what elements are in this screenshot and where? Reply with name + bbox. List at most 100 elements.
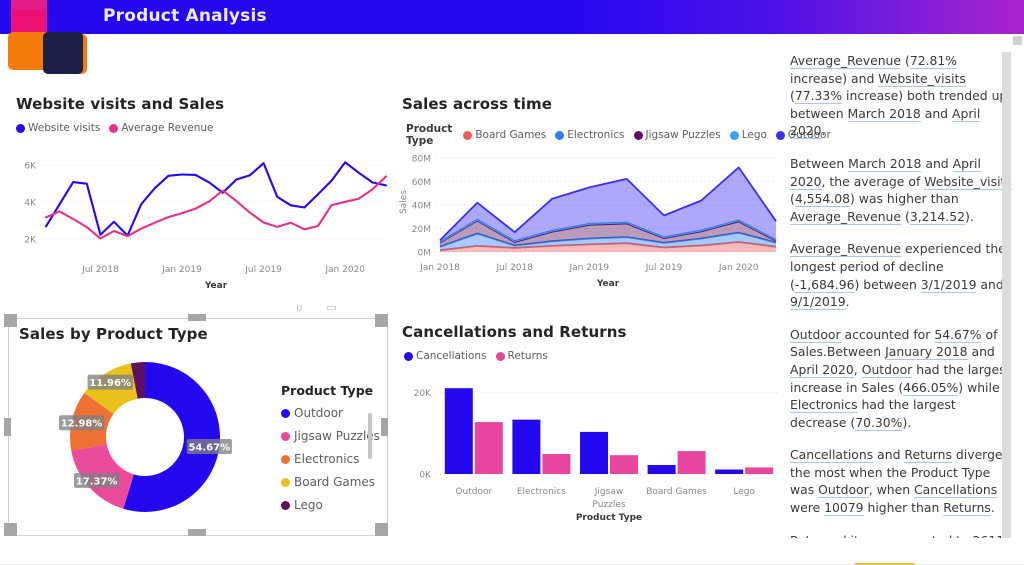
visual-title: Website visits and Sales	[16, 95, 225, 113]
resize-handle-middle-left[interactable]	[4, 418, 11, 436]
narrative-highlight[interactable]: Outdoor	[861, 361, 913, 378]
narrative-text-run: and	[873, 447, 905, 463]
legend: Cancellations Returns	[404, 350, 548, 362]
narrative-highlight[interactable]: 77.33%	[794, 88, 843, 105]
narrative-text: Average_Revenue (72.81% increase) and We…	[790, 52, 1014, 538]
dashboard-page: Product Analysis Website visits and Sale…	[0, 0, 1024, 565]
focus-mode-icon[interactable]: ▭	[326, 302, 336, 313]
resize-handle-bottom-left[interactable]	[4, 523, 17, 536]
narrative-highlight[interactable]: Electronics	[790, 397, 858, 414]
legend-swatch-icon	[633, 130, 643, 140]
svg-text:0K: 0K	[419, 471, 432, 481]
visual-title: Cancellations and Returns	[402, 323, 627, 341]
narrative-text-run: and	[967, 344, 995, 360]
narrative-text-run: Returned items amounted to	[790, 533, 973, 538]
visual-sales-across-time[interactable]: Sales across time Product Type Board Gam…	[396, 92, 831, 307]
legend-item-average-revenue[interactable]: Average Revenue	[109, 122, 214, 134]
resize-handle-top-left[interactable]	[4, 314, 17, 327]
legend-swatch-icon	[404, 351, 413, 361]
narrative-highlight[interactable]: Outdoor	[818, 482, 869, 499]
narrative-text-run: ).	[902, 414, 912, 430]
narrative-highlight[interactable]: Outdoor	[790, 326, 841, 343]
narrative-text-run: .	[845, 294, 850, 310]
resize-handle-top-right[interactable]	[375, 314, 388, 327]
narrative-text-run: increase) and	[790, 70, 879, 86]
visual-sales-by-product-type[interactable]: Sales by Product Type 54.67% 17.37% 12.98%…	[8, 318, 388, 536]
narrative-highlight[interactable]: 3,214.52	[909, 208, 966, 225]
legend-item-jigsaw-puzzles[interactable]: Jigsaw Puzzles	[281, 429, 380, 443]
svg-text:Jan 2018: Jan 2018	[419, 263, 460, 273]
narrative-highlight[interactable]: 466.05%	[903, 379, 959, 396]
narrative-text-run: ) while	[958, 379, 1000, 395]
svg-text:20M: 20M	[412, 225, 431, 235]
narrative-highlight[interactable]: Website_visits	[878, 70, 966, 87]
narrative-highlight[interactable]: 4,554.08	[794, 191, 851, 208]
svg-text:Jul 2018: Jul 2018	[81, 265, 119, 275]
narrative-scrollbar-thumb[interactable]	[1002, 52, 1011, 538]
svg-text:Product Type: Product Type	[576, 513, 642, 523]
resize-handle-top-center[interactable]	[188, 314, 206, 321]
narrative-highlight[interactable]: January 2018	[885, 344, 968, 361]
narrative-paragraph: Between March 2018 and April 2020, the a…	[790, 155, 1014, 225]
resize-handle-middle-right[interactable]	[381, 418, 388, 436]
legend-item-board-games[interactable]: Board Games	[281, 475, 380, 489]
narrative-highlight[interactable]: 10079	[824, 500, 864, 517]
narrative-paragraph: Returned items amounted to 26110	[790, 532, 1014, 538]
narrative-highlight[interactable]: March 2018	[847, 105, 921, 122]
narrative-highlight[interactable]: April 2020	[790, 361, 854, 378]
legend-item-returns[interactable]: Returns	[495, 350, 548, 362]
visual-header-toolbar[interactable]: ᴜ ▭	[296, 302, 337, 313]
svg-text:54.67%: 54.67%	[188, 443, 230, 454]
page-scroll-thumb[interactable]	[1013, 36, 1022, 45]
svg-text:Jul 2018: Jul 2018	[495, 263, 533, 273]
narrative-highlight[interactable]: 9/1/2019	[790, 294, 846, 311]
narrative-text-run: and	[976, 276, 1004, 292]
legend-item-lego[interactable]: Lego	[281, 498, 380, 512]
narrative-text-run: ,	[853, 361, 862, 377]
svg-text:17.37%: 17.37%	[76, 476, 118, 487]
narrative-highlight[interactable]: -1,684.96	[794, 276, 855, 293]
narrative-paragraph: Outdoor accounted for 54.67% of Sales.Be…	[790, 326, 1014, 432]
visual-smart-narrative[interactable]: Average_Revenue (72.81% increase) and We…	[790, 52, 1014, 538]
svg-text:Jan 2020: Jan 2020	[718, 263, 759, 273]
narrative-highlight[interactable]: Average_Revenue	[790, 241, 902, 258]
narrative-highlight[interactable]: 54.67%	[934, 326, 982, 343]
narrative-text-run: Between	[790, 155, 849, 171]
visual-cancellations-and-returns[interactable]: Cancellations and Returns Cancellations …	[396, 318, 784, 536]
narrative-highlight[interactable]: 70.30%	[855, 414, 903, 431]
narrative-highlight[interactable]: Average_Revenue	[790, 208, 902, 225]
visual-website-visits-and-sales[interactable]: Website visits and Sales Website visits …	[8, 92, 390, 307]
legend-label: Website visits	[28, 122, 101, 134]
app-title-bar: Product Analysis	[0, 0, 1024, 34]
visual-title: Sales across time	[402, 95, 553, 113]
narrative-highlight[interactable]: Website_visits	[924, 173, 1012, 190]
bar-chart-plot: 0K 20K Outdoor Electronics Jigsaw Puzzles Boar…	[414, 388, 778, 523]
filter-icon[interactable]: ᴜ	[296, 302, 302, 313]
svg-text:80M: 80M	[412, 154, 431, 164]
svg-text:Sales: Sales	[399, 190, 409, 214]
narrative-highlight[interactable]: 3/1/2019	[920, 276, 977, 293]
legend-item-cancellations[interactable]: Cancellations	[404, 350, 487, 362]
narrative-highlight[interactable]: 72.81%	[909, 53, 958, 69]
narrative-text-run: , when	[868, 482, 914, 498]
resize-handle-bottom-right[interactable]	[375, 523, 388, 536]
narrative-paragraph: Average_Revenue (72.81% increase) and We…	[790, 52, 1014, 140]
legend-swatch-icon	[281, 477, 290, 487]
narrative-highlight[interactable]: Cancellations	[914, 482, 998, 499]
svg-text:Outdoor: Outdoor	[455, 487, 492, 497]
legend-label: Outdoor	[294, 406, 343, 420]
svg-text:0M: 0M	[418, 249, 432, 259]
legend-item-website-visits[interactable]: Website visits	[16, 122, 100, 134]
narrative-highlight[interactable]: March 2018	[848, 155, 922, 172]
narrative-highlight[interactable]: Cancellations	[790, 447, 874, 464]
legend-item-electronics[interactable]: Electronics	[281, 452, 380, 466]
legend-scrollbar[interactable]	[367, 413, 372, 459]
svg-text:Puzzles: Puzzles	[592, 500, 625, 510]
narrative-highlight[interactable]: Returns	[904, 447, 952, 464]
narrative-highlight[interactable]: Returns	[943, 500, 991, 517]
legend: Website visits Average Revenue	[16, 122, 214, 134]
narrative-highlight[interactable]: Average_Revenue	[790, 53, 902, 69]
legend-item-outdoor[interactable]: Outdoor	[281, 406, 380, 420]
svg-text:6K: 6K	[24, 162, 37, 172]
resize-handle-bottom-center[interactable]	[188, 529, 206, 536]
